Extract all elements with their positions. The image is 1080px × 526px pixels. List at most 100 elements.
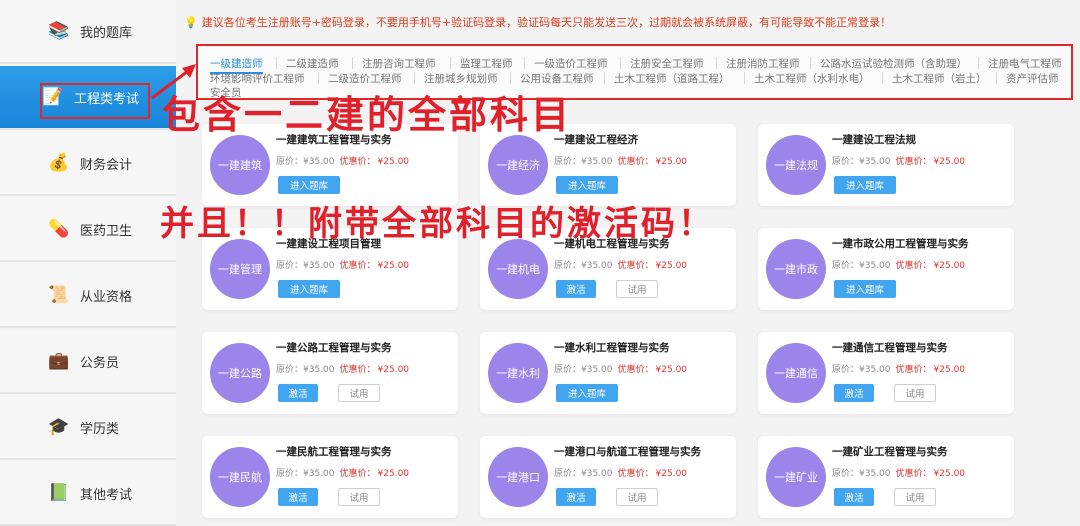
sale-price-label: 优惠价：	[617, 469, 654, 479]
original-price: ¥35.00	[303, 365, 335, 375]
activate-button[interactable]: 激活	[278, 488, 318, 506]
tab-asset-appraiser[interactable]: 资产评估师	[1006, 71, 1059, 86]
sale-price: ¥25.00	[933, 469, 966, 479]
graduation-cap-icon: 🎓	[48, 417, 70, 437]
sale-price-label: 优惠价：	[339, 157, 376, 167]
course-card: 一建市政 一建市政公用工程管理与实务 原价：¥35.00 优惠价： ¥25.00 进…	[758, 228, 1014, 310]
course-avatar: 一建水利	[488, 343, 548, 403]
sale-price: ¥25.00	[377, 365, 410, 375]
sale-price-label: 优惠价：	[895, 469, 932, 479]
enter-question-bank-button[interactable]: 进入题库	[556, 384, 618, 402]
enter-question-bank-button[interactable]: 进入题库	[834, 280, 896, 298]
tab-first-class-cost-engineer[interactable]: 一级造价工程师	[534, 56, 608, 71]
book-stack-icon: 📗	[48, 483, 70, 503]
trial-button[interactable]: 试用	[338, 488, 380, 506]
activate-button[interactable]: 激活	[834, 384, 874, 402]
original-price: ¥35.00	[581, 469, 613, 479]
course-price: 原价：¥35.00 优惠价： ¥25.00	[276, 362, 409, 375]
annotation-text-activation-codes: 并且！！附带全部科目的激活码！	[160, 204, 715, 244]
course-title: 一建水利工程管理与实务	[554, 342, 670, 354]
sidebar-item-finance-accounting[interactable]: 💰 财务会计	[0, 132, 176, 196]
tab-consulting-engineer[interactable]: 注册咨询工程师	[362, 56, 436, 71]
main-content: 💡 建议各位考生注册账号+密码登录，不要用手机号+验证码登录，验证码每天只能发送三…	[176, 0, 1080, 526]
sidebar-item-label: 学历类	[80, 421, 120, 437]
tab-first-class-constructor[interactable]: 一级建造师	[210, 56, 263, 74]
tab-divider	[744, 72, 745, 84]
course-avatar: 一建民航	[210, 447, 270, 507]
certificate-icon: 📜	[48, 285, 70, 305]
enter-question-bank-button[interactable]: 进入题库	[278, 176, 340, 194]
tab-divider	[716, 57, 717, 69]
original-price: ¥35.00	[859, 261, 891, 271]
sale-price-label: 优惠价：	[339, 469, 376, 479]
original-price: ¥35.00	[581, 157, 613, 167]
course-price: 原价：¥35.00 优惠价： ¥25.00	[554, 154, 687, 167]
tab-divider	[276, 57, 277, 69]
course-avatar: 一建通信	[766, 343, 826, 403]
activate-button[interactable]: 激活	[834, 488, 874, 506]
enter-question-bank-button[interactable]: 进入题库	[278, 280, 340, 298]
original-price-label: 原价：	[554, 261, 582, 271]
trial-button[interactable]: 试用	[894, 384, 936, 402]
original-price: ¥35.00	[303, 261, 335, 271]
sidebar-item-professional-qualification[interactable]: 📜 从业资格	[0, 264, 176, 328]
sale-price-label: 优惠价：	[339, 365, 376, 375]
annotation-highlight-box	[40, 83, 150, 119]
tab-divider	[450, 57, 451, 69]
login-notice: 💡 建议各位考生注册账号+密码登录，不要用手机号+验证码登录，验证码每天只能发送三…	[184, 14, 891, 30]
sidebar-item-civil-servant[interactable]: 💼 公务员	[0, 330, 176, 394]
course-title: 一建通信工程管理与实务	[832, 342, 948, 354]
tab-divider	[510, 72, 511, 84]
sale-price-label: 优惠价：	[339, 261, 376, 271]
trial-button[interactable]: 试用	[616, 488, 658, 506]
tab-supervision-engineer[interactable]: 监理工程师	[460, 56, 513, 71]
course-avatar: 一建建筑	[210, 135, 270, 195]
trial-button[interactable]: 试用	[338, 384, 380, 402]
tab-electrical-engineer[interactable]: 注册电气工程师	[988, 56, 1062, 71]
course-price: 原价：¥35.00 优惠价： ¥25.00	[276, 154, 409, 167]
tab-fire-engineer[interactable]: 注册消防工程师	[726, 56, 800, 71]
trial-button[interactable]: 试用	[894, 488, 936, 506]
tab-second-class-constructor[interactable]: 二级建造师	[286, 56, 339, 71]
tab-civil-road-engineer[interactable]: 土木工程师（道路工程）	[614, 71, 730, 86]
course-price: 原价：¥35.00 优惠价： ¥25.00	[832, 154, 965, 167]
tab-divider	[524, 57, 525, 69]
tab-divider	[996, 72, 997, 84]
sale-price-label: 优惠价：	[617, 261, 654, 271]
sidebar-item-academic[interactable]: 🎓 学历类	[0, 396, 176, 460]
activate-button[interactable]: 激活	[556, 488, 596, 506]
original-price-label: 原价：	[832, 157, 860, 167]
sale-price: ¥25.00	[377, 261, 410, 271]
activate-button[interactable]: 激活	[278, 384, 318, 402]
course-avatar: 一建港口	[488, 447, 548, 507]
sidebar-item-my-question-bank[interactable]: 📚 我的题库	[0, 0, 176, 64]
course-title: 一建市政公用工程管理与实务	[832, 238, 969, 250]
original-price: ¥35.00	[859, 469, 891, 479]
tab-safety-engineer[interactable]: 注册安全工程师	[630, 56, 704, 71]
tab-civil-hydro-engineer[interactable]: 土木工程师（水利水电）	[754, 71, 870, 86]
sidebar-item-label: 公务员	[80, 355, 120, 371]
tab-highway-testing-engineer[interactable]: 公路水运试验检测师（含助理）	[820, 56, 967, 71]
sidebar-item-other-exams[interactable]: 📗 其他考试	[0, 462, 176, 526]
course-card: 一建民航 一建民航工程管理与实务 原价：¥35.00 优惠价： ¥25.00 激活 …	[202, 436, 458, 518]
original-price-label: 原价：	[554, 365, 582, 375]
original-price-label: 原价：	[832, 365, 860, 375]
course-card: 一建港口 一建港口与航道工程管理与实务 原价：¥35.00 优惠价： ¥25.00 …	[480, 436, 736, 518]
sale-price-label: 优惠价：	[617, 157, 654, 167]
activate-button[interactable]: 激活	[556, 280, 596, 298]
enter-question-bank-button[interactable]: 进入题库	[556, 176, 618, 194]
tab-civil-geotechnical-engineer[interactable]: 土木工程师（岩土）	[892, 71, 987, 86]
course-price: 原价：¥35.00 优惠价： ¥25.00	[554, 466, 687, 479]
original-price: ¥35.00	[859, 157, 891, 167]
sidebar-item-label: 财务会计	[80, 157, 133, 173]
sale-price: ¥25.00	[933, 261, 966, 271]
course-price: 原价：¥35.00 优惠价： ¥25.00	[554, 362, 687, 375]
course-price: 原价：¥35.00 优惠价： ¥25.00	[832, 466, 965, 479]
enter-question-bank-button[interactable]: 进入题库	[834, 176, 896, 194]
trial-button[interactable]: 试用	[616, 280, 658, 298]
original-price-label: 原价：	[554, 157, 582, 167]
original-price-label: 原价：	[276, 157, 304, 167]
course-title: 一建矿业工程管理与实务	[832, 446, 948, 458]
course-avatar: 一建经济	[488, 135, 548, 195]
sidebar-item-medicine-health[interactable]: 💊 医药卫生	[0, 198, 176, 262]
